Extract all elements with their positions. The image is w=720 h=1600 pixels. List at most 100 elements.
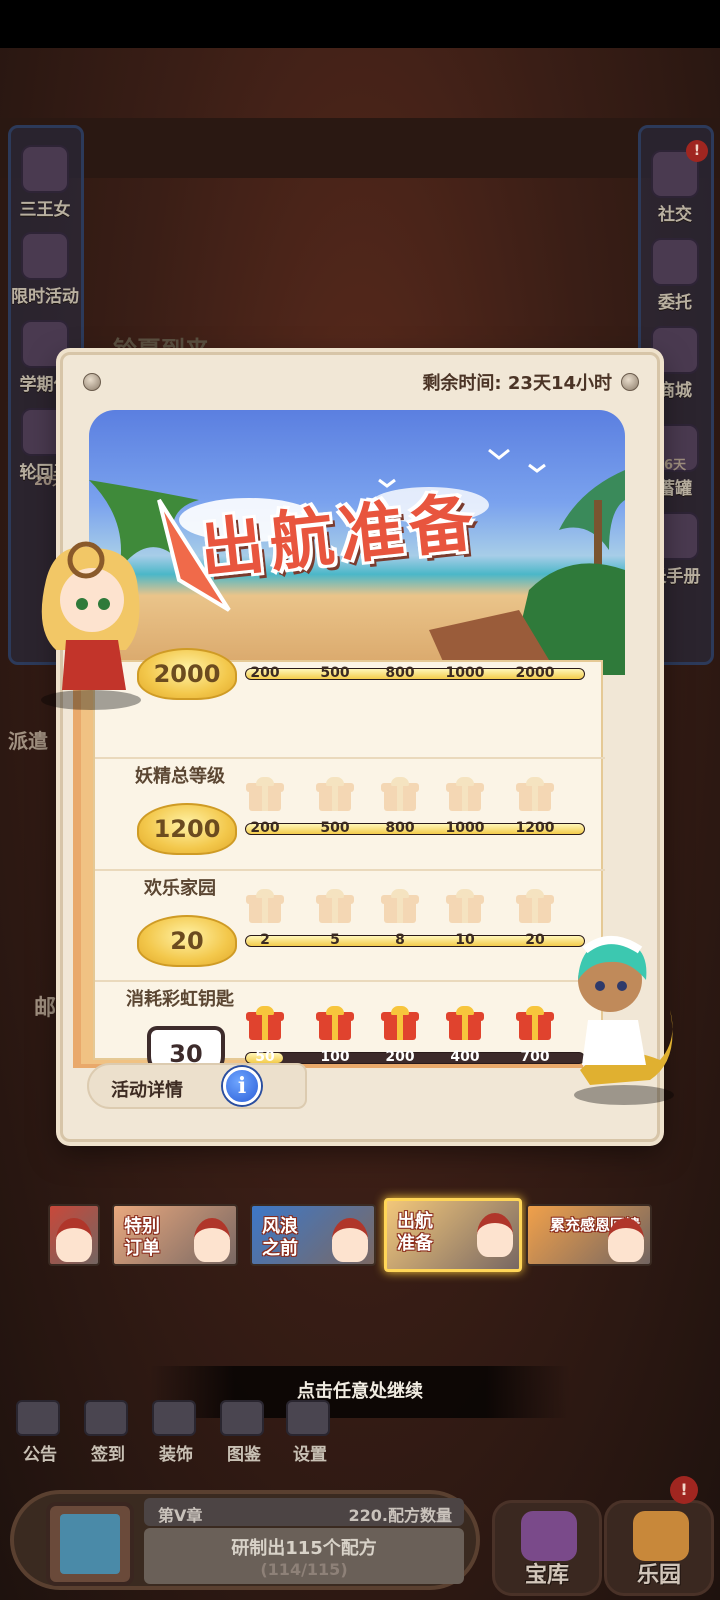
right-menu-label: 委托: [658, 293, 692, 313]
recipe-count: 220.配方数量: [348, 1506, 452, 1525]
milestone-label: 500: [320, 820, 350, 836]
milestone-label: 800: [385, 665, 415, 681]
bottom-menu-label[interactable]: 公告: [10, 1440, 70, 1465]
milestone-label: 8: [395, 932, 405, 948]
right-menu-item[interactable]: 委托: [630, 238, 720, 313]
milestone-label: 1000: [445, 820, 485, 836]
mail-label[interactable]: 邮: [34, 990, 56, 1022]
event-thumbnail[interactable]: 风浪之前: [250, 1204, 376, 1266]
character-portrait: [608, 1218, 644, 1262]
gift-box-icon[interactable]: [516, 777, 554, 811]
right-timer: 6天: [664, 458, 687, 473]
milestone-label: 2000: [515, 665, 555, 681]
gift-box-icon[interactable]: [446, 889, 484, 923]
gift-box-icon[interactable]: [316, 1006, 354, 1040]
gift-box-icon[interactable]: [516, 1006, 554, 1040]
collection-icon[interactable]: [220, 1400, 264, 1436]
gift-box-icon[interactable]: [381, 777, 419, 811]
milestone-label: 400: [450, 1049, 480, 1065]
timed-event-icon: [21, 232, 69, 280]
paradise-alert-badge: !: [670, 1476, 698, 1504]
left-menu-item[interactable]: 三王女: [0, 145, 90, 220]
event-thumbnail-label: 风浪之前: [262, 1216, 298, 1259]
gift-box-icon[interactable]: [381, 1006, 419, 1040]
milestone-label: 20: [525, 932, 545, 948]
milestone-label: 800: [385, 820, 415, 836]
event-thumbnail[interactable]: [48, 1204, 100, 1266]
calendar-icon[interactable]: [84, 1400, 128, 1436]
milestone-label: 10: [455, 932, 475, 948]
reward-paper: 2000 200 500 800 1000 2000 妖精总等级 1200 200 500 800 1…: [93, 648, 605, 1086]
chapter-label: 第V章: [158, 1506, 203, 1525]
character-portrait: [56, 1218, 92, 1262]
right-menu-item[interactable]: 社交: [630, 150, 720, 225]
gift-box-icon[interactable]: [316, 777, 354, 811]
gift-box-icon[interactable]: [446, 1006, 484, 1040]
paradise-button[interactable]: 乐园: [604, 1500, 714, 1596]
reward-row: 妖精总等级 1200 200 500 800 1000 1200: [95, 757, 605, 869]
decoration-icon[interactable]: [152, 1400, 196, 1436]
right-menu-label: 社交: [658, 205, 692, 225]
gift-box-icon[interactable]: [446, 777, 484, 811]
scene-shelf: [0, 118, 720, 178]
bottom-menu-label[interactable]: 装饰: [146, 1440, 206, 1465]
pin-left-icon: [83, 373, 101, 391]
bottom-button-label: 乐园: [636, 1563, 681, 1588]
milestone-label: 5: [330, 932, 340, 948]
task-progress: (114/115): [260, 1560, 348, 1579]
tap-to-continue[interactable]: 点击任意处继续: [150, 1366, 570, 1418]
row-label: 消耗彩虹钥匙: [126, 989, 234, 1010]
row-value-badge: 1200: [137, 803, 237, 855]
notice-icon[interactable]: [16, 1400, 60, 1436]
witch-icon: [21, 145, 69, 193]
left-menu-item[interactable]: 限时活动: [0, 232, 90, 307]
commission-icon: [651, 238, 699, 286]
event-thumbnail[interactable]: 出航准备: [384, 1198, 522, 1272]
row-value-badge: 20: [137, 915, 237, 967]
event-banner: 出航准备: [89, 410, 625, 675]
event-thumbnail-label: 特别订单: [124, 1216, 160, 1259]
dispatch-label[interactable]: 派遣: [8, 725, 48, 754]
genie-character: [574, 936, 674, 1105]
info-icon[interactable]: i: [223, 1067, 261, 1105]
event-thumbnail-label: 出航准备: [397, 1211, 433, 1254]
milestone-label: 200: [250, 820, 280, 836]
gift-box-icon[interactable]: [246, 1006, 284, 1040]
chapter-tag: 第V章 220.配方数量: [144, 1498, 464, 1526]
milestone-label: 200: [250, 665, 280, 681]
milestone-label: 2: [260, 932, 270, 948]
character-portrait: [477, 1213, 513, 1257]
row-label: 妖精总等级: [135, 766, 225, 787]
bottom-menu-label[interactable]: 设置: [280, 1440, 340, 1465]
gift-box-icon[interactable]: [516, 889, 554, 923]
left-menu-label: 三王女: [19, 200, 71, 220]
pin-right-icon: [621, 373, 639, 391]
event-thumbnail[interactable]: 特别订单: [112, 1204, 238, 1266]
gift-box-icon[interactable]: [381, 889, 419, 923]
event-thumbnail[interactable]: 累充感恩回馈: [526, 1204, 652, 1266]
character-portrait: [332, 1218, 368, 1262]
milestone-label: 500: [320, 665, 350, 681]
milestone-label: 1000: [445, 665, 485, 681]
sailor-girl-character: [41, 541, 141, 710]
reward-row: 欢乐家园 20 2 5 8 10 20: [95, 869, 605, 981]
bottom-menu-label[interactable]: 签到: [78, 1440, 138, 1465]
treasury-icon: [521, 1511, 577, 1561]
event-details-button[interactable]: 活动详情 i: [87, 1063, 307, 1109]
milestone-label: 200: [385, 1049, 415, 1065]
gift-box-icon[interactable]: [316, 889, 354, 923]
paradise-icon: [633, 1511, 689, 1561]
gift-box-icon[interactable]: [246, 889, 284, 923]
milestone-label: 700: [520, 1049, 550, 1065]
gift-box-icon[interactable]: [246, 777, 284, 811]
recipe-task: 研制出115个配方 (114/115): [144, 1528, 464, 1584]
left-menu-label: 限时活动: [11, 287, 79, 307]
recipe-book-icon[interactable]: [40, 1484, 140, 1594]
recipe-book-panel[interactable]: 第V章 220.配方数量 研制出115个配方 (114/115): [10, 1490, 480, 1590]
event-carousel[interactable]: 特别订单 风浪之前 出航准备 累充感恩回馈: [0, 1198, 720, 1278]
treasury-button[interactable]: 宝库: [492, 1500, 602, 1596]
bottom-button-label: 宝库: [524, 1563, 569, 1588]
settings-icon[interactable]: [286, 1400, 330, 1436]
bottom-menu-label[interactable]: 图鉴: [214, 1440, 274, 1465]
event-details-label: 活动详情: [111, 1080, 183, 1101]
